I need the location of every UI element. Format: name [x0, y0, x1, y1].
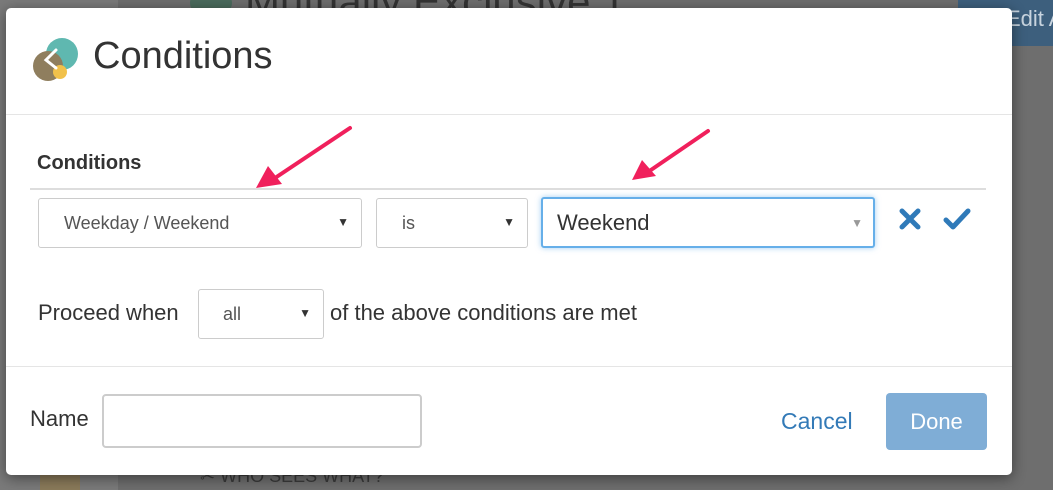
- name-label: Name: [30, 406, 89, 431]
- condition-value-text: Weekend: [557, 209, 650, 235]
- annotation-arrow-icon: [256, 126, 352, 188]
- proceed-mode-value: all: [223, 303, 242, 324]
- done-button[interactable]: Done: [886, 393, 987, 450]
- condition-operator-select[interactable]: is ▼: [376, 198, 528, 248]
- conditions-section-label: Conditions: [37, 152, 142, 174]
- caret-down-icon: ▼: [337, 215, 349, 229]
- conditions-dialog: Conditions Conditions Weekday / Weekend …: [6, 8, 1012, 475]
- condition-field-value: Weekday / Weekend: [64, 212, 230, 233]
- condition-value-select[interactable]: Weekend ▼: [541, 197, 875, 248]
- cancel-button[interactable]: Cancel: [781, 408, 853, 435]
- x-icon[interactable]: [897, 206, 923, 232]
- condition-field-select[interactable]: Weekday / Weekend ▼: [38, 198, 362, 248]
- conditions-logo-icon: [33, 38, 78, 81]
- condition-operator-value: is: [402, 212, 415, 233]
- dialog-header: Conditions: [6, 8, 1012, 115]
- caret-down-icon: ▼: [299, 306, 311, 320]
- proceed-prefix-text: Proceed when: [38, 300, 179, 325]
- name-input[interactable]: [102, 394, 422, 448]
- section-divider: [30, 188, 986, 190]
- dialog-title: Conditions: [93, 35, 273, 77]
- footer-divider: [6, 366, 1012, 367]
- caret-down-icon: ▼: [503, 215, 515, 229]
- checkmark-icon[interactable]: [942, 206, 972, 232]
- background-thumbnail: [40, 474, 80, 490]
- caret-down-icon: ▼: [851, 216, 863, 230]
- proceed-suffix-text: of the above conditions are met: [330, 300, 637, 325]
- annotation-arrow-icon: [632, 129, 710, 180]
- proceed-mode-select[interactable]: all ▼: [198, 289, 324, 339]
